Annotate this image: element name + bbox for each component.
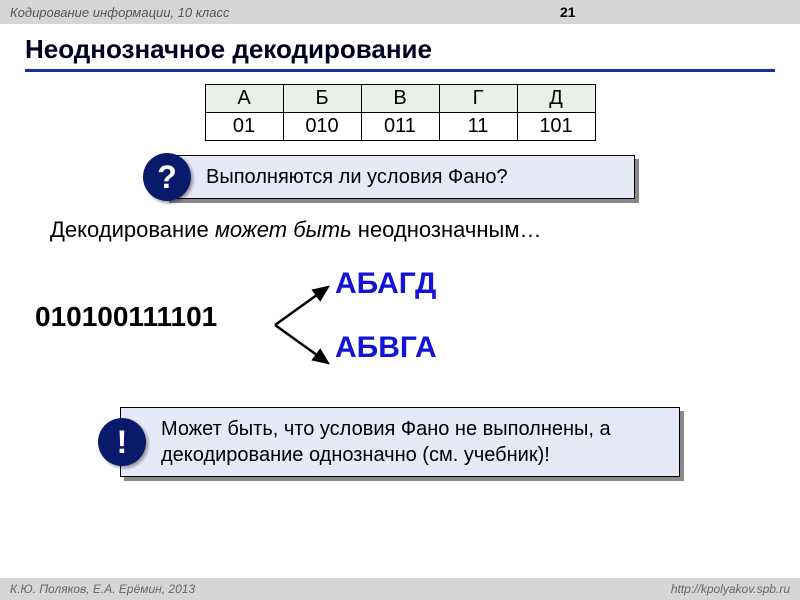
- table-row-codes: 01 010 011 11 101: [205, 113, 595, 141]
- decoding-diagram: 010100111101 АБАГД АБВГА: [25, 253, 775, 393]
- exclaim-badge-icon: !: [98, 418, 146, 466]
- subtitle: Декодирование может быть неоднозначным…: [0, 199, 800, 253]
- header-bar: Кодирование информации, 10 класс 21: [0, 0, 800, 24]
- page-title: Неоднозначное декодирование: [0, 24, 800, 69]
- subtitle-before: Декодирование: [50, 217, 215, 242]
- subtitle-italic: может быть: [215, 217, 352, 242]
- cell-code: 101: [517, 113, 595, 141]
- cell-letter: Д: [517, 85, 595, 113]
- cell-letter: Г: [439, 85, 517, 113]
- bitstring: 010100111101: [35, 301, 217, 333]
- footer-bar: К.Ю. Поляков, Е.А. Ерёмин, 2013 http://k…: [0, 578, 800, 600]
- question-badge-icon: ?: [143, 153, 191, 201]
- split-arrows-icon: [273, 275, 343, 375]
- footer-left: К.Ю. Поляков, Е.А. Ерёмин, 2013: [10, 582, 195, 596]
- page-number: 21: [560, 4, 576, 20]
- cell-code: 11: [439, 113, 517, 141]
- cell-letter: В: [361, 85, 439, 113]
- subtitle-after: неоднозначным…: [352, 217, 542, 242]
- cell-code: 011: [361, 113, 439, 141]
- cell-letter: А: [205, 85, 283, 113]
- breadcrumb: Кодирование информации, 10 класс: [10, 5, 229, 20]
- decoded-result-bottom: АБВГА: [335, 331, 437, 365]
- cell-code: 010: [283, 113, 361, 141]
- note-callout: ! Может быть, что условия Фано не выполн…: [120, 407, 680, 477]
- cell-code: 01: [205, 113, 283, 141]
- decoded-result-top: АБАГД: [335, 267, 436, 301]
- cell-letter: Б: [283, 85, 361, 113]
- code-table: А Б В Г Д 01 010 011 11 101: [205, 84, 596, 141]
- table-row-letters: А Б В Г Д: [205, 85, 595, 113]
- title-underline: [25, 69, 775, 72]
- footer-right: http://kpolyakov.spb.ru: [671, 582, 790, 596]
- note-text: Может быть, что условия Фано не выполнен…: [120, 407, 680, 477]
- question-callout: ? Выполняются ли условия Фано?: [165, 155, 635, 199]
- question-text: Выполняются ли условия Фано?: [165, 155, 635, 199]
